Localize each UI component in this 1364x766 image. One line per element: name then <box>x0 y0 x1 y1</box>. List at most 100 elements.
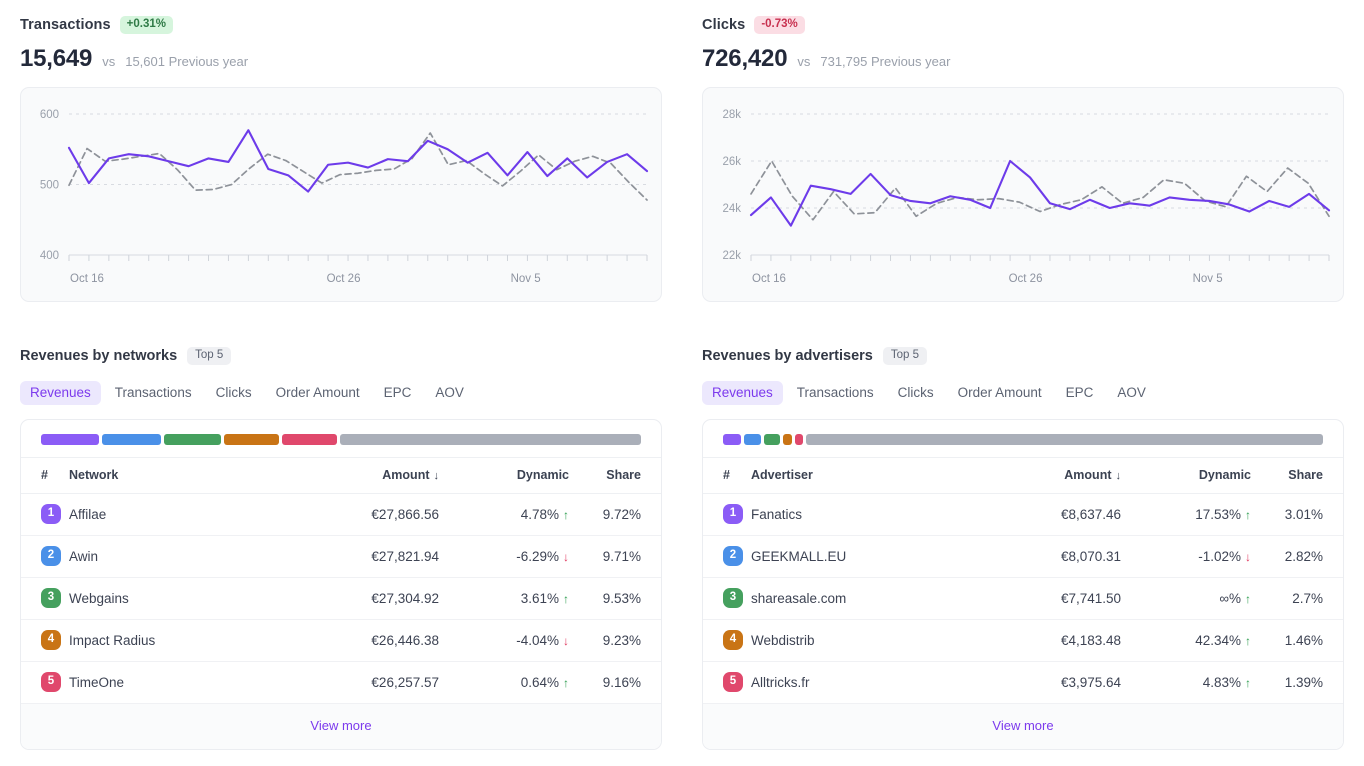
table-row[interactable]: 2 GEEKMALL.EU €8,070.31 -1.02% ↓ 2.82% <box>703 535 1343 578</box>
svg-text:600: 600 <box>40 109 59 121</box>
entity-name-cell[interactable]: Awin <box>69 535 289 578</box>
share-cell: 3.01% <box>1251 493 1343 536</box>
table-row[interactable]: 5 Alltricks.fr €3,975.64 4.83% ↑ 1.39% <box>703 661 1343 703</box>
rank-badge: 2 <box>41 546 61 566</box>
tab-transactions[interactable]: Transactions <box>787 381 884 406</box>
tabs-networks: Revenues Transactions Clicks Order Amount EP… <box>20 380 662 406</box>
dynamic-value: 4.83% <box>1202 674 1241 690</box>
dynamic-value: ∞% <box>1219 590 1241 606</box>
table-row[interactable]: 1 Affilae €27,866.56 4.78% ↑ 9.72% <box>21 493 661 536</box>
entity-name-cell[interactable]: TimeOne <box>69 661 289 703</box>
amount-cell: €26,257.57 <box>289 661 439 703</box>
tabs-advertisers: Revenues Transactions Clicks Order Amount EP… <box>702 380 1344 406</box>
col-network[interactable]: Network <box>69 457 289 494</box>
table-row[interactable]: 1 Fanatics €8,637.46 17.53% ↑ 3.01% <box>703 493 1343 536</box>
entity-name-cell[interactable]: GEEKMALL.EU <box>751 535 971 578</box>
tab-revenues[interactable]: Revenues <box>20 380 101 406</box>
share-segment <box>163 434 221 445</box>
dynamic-cell: 4.83% ↑ <box>1121 661 1251 703</box>
svg-text:Oct 26: Oct 26 <box>327 273 361 285</box>
rank-cell: 2 <box>703 535 751 578</box>
rank-cell: 1 <box>703 493 751 536</box>
svg-text:400: 400 <box>40 250 59 262</box>
share-bar-wrap-advertisers <box>703 420 1343 457</box>
tab-order-amount[interactable]: Order Amount <box>266 381 370 406</box>
tab-order-amount[interactable]: Order Amount <box>948 381 1052 406</box>
kpi-value: 726,420 <box>702 45 788 72</box>
share-bar-wrap-networks <box>21 420 661 457</box>
tab-revenues[interactable]: Revenues <box>702 380 783 406</box>
entity-name-cell[interactable]: Impact Radius <box>69 619 289 662</box>
rank-cell: 3 <box>703 577 751 620</box>
kpi-previous-value: 731,795 Previous year <box>820 54 951 69</box>
col-rank[interactable]: # <box>21 457 69 494</box>
dynamic-value: -6.29% <box>516 548 559 564</box>
tab-epc[interactable]: EPC <box>374 381 422 406</box>
arrow-up-icon: ↑ <box>1245 507 1251 522</box>
share-segment-other <box>806 434 1323 445</box>
tab-clicks[interactable]: Clicks <box>888 381 944 406</box>
amount-cell: €27,304.92 <box>289 577 439 620</box>
table-row[interactable]: 5 TimeOne €26,257.57 0.64% ↑ 9.16% <box>21 661 661 703</box>
entity-name-cell[interactable]: Webdistrib <box>751 619 971 662</box>
share-cell: 9.71% <box>569 535 661 578</box>
dynamic-cell: ∞% ↑ <box>1121 577 1251 620</box>
arrow-up-icon: ↑ <box>1245 633 1251 648</box>
view-more-advertisers[interactable]: View more <box>703 703 1343 749</box>
section-title: Revenues by advertisers <box>702 348 873 364</box>
kpi-title-row: Transactions +0.31% <box>20 14 662 36</box>
tab-clicks[interactable]: Clicks <box>206 381 262 406</box>
col-amount[interactable]: Amount ↓ <box>971 457 1122 494</box>
rank-badge: 5 <box>41 672 61 692</box>
table-row[interactable]: 4 Impact Radius €26,446.38 -4.04% ↓ 9.23% <box>21 619 661 662</box>
col-rank[interactable]: # <box>703 457 751 494</box>
dynamic-value: -1.02% <box>1198 548 1241 564</box>
share-segment <box>783 434 792 445</box>
share-bar <box>41 434 641 445</box>
share-cell: 1.39% <box>1251 661 1343 703</box>
status-badge: -0.73% <box>754 15 805 35</box>
share-segment <box>794 434 804 445</box>
col-share[interactable]: Share <box>1251 457 1343 494</box>
table-row[interactable]: 2 Awin €27,821.94 -6.29% ↓ 9.71% <box>21 535 661 578</box>
dynamic-value: 0.64% <box>520 674 559 690</box>
entity-name-cell[interactable]: Webgains <box>69 577 289 620</box>
tab-epc[interactable]: EPC <box>1056 381 1104 406</box>
col-advertiser[interactable]: Advertiser <box>751 457 971 494</box>
entity-name-cell[interactable]: Alltricks.fr <box>751 661 971 703</box>
entity-name-cell[interactable]: shareasale.com <box>751 577 971 620</box>
svg-text:Oct 26: Oct 26 <box>1009 273 1043 285</box>
top-badge: Top 5 <box>882 346 928 366</box>
share-segment <box>102 434 161 445</box>
rank-cell: 5 <box>703 661 751 703</box>
tab-aov[interactable]: AOV <box>1107 381 1156 406</box>
sort-desc-icon: ↓ <box>433 470 440 482</box>
share-segment <box>763 434 781 445</box>
table-row[interactable]: 3 shareasale.com €7,741.50 ∞% ↑ 2.7% <box>703 577 1343 620</box>
top-badge: Top 5 <box>187 346 232 366</box>
tab-aov[interactable]: AOV <box>425 381 474 406</box>
rank-badge: 2 <box>723 546 743 566</box>
sort-desc-icon: ↓ <box>1115 470 1122 482</box>
share-cell: 9.72% <box>569 493 661 536</box>
svg-text:22k: 22k <box>722 250 741 262</box>
kpi-vs-label: vs <box>797 54 811 69</box>
entity-name-cell[interactable]: Affilae <box>69 493 289 536</box>
amount-cell: €8,070.31 <box>971 535 1121 578</box>
col-dynamic[interactable]: Dynamic <box>1121 457 1251 494</box>
share-segment <box>744 434 761 445</box>
table-row[interactable]: 3 Webgains €27,304.92 3.61% ↑ 9.53% <box>21 577 661 620</box>
col-amount[interactable]: Amount ↓ <box>289 457 440 494</box>
dynamic-cell: -4.04% ↓ <box>439 619 569 662</box>
kpi-title-row: Clicks -0.73% <box>702 14 1344 36</box>
dynamic-cell: 3.61% ↑ <box>439 577 569 620</box>
tab-transactions[interactable]: Transactions <box>105 381 202 406</box>
table-row[interactable]: 4 Webdistrib €4,183.48 42.34% ↑ 1.46% <box>703 619 1343 662</box>
col-dynamic[interactable]: Dynamic <box>439 457 569 494</box>
entity-name-cell[interactable]: Fanatics <box>751 493 971 536</box>
share-segment <box>223 434 280 445</box>
col-share[interactable]: Share <box>569 457 661 494</box>
rank-cell: 5 <box>21 661 69 703</box>
kpi-previous-value: 15,601 Previous year <box>125 54 249 69</box>
view-more-networks[interactable]: View more <box>21 703 661 749</box>
